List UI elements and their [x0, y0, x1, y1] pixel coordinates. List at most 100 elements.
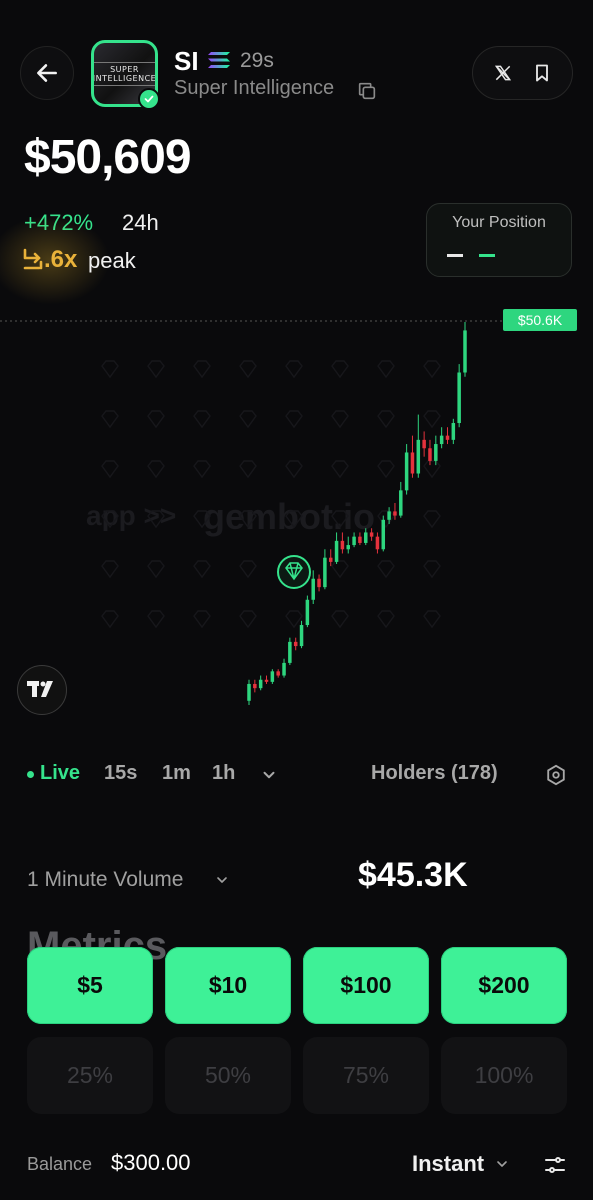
buy-amount-5-button[interactable]: $5: [27, 947, 153, 1024]
watermark-diamond-icon: [101, 610, 119, 629]
watermark-diamond-icon: [193, 410, 211, 429]
timeframe-live[interactable]: Live: [40, 762, 80, 785]
watermark-diamond-icon: [193, 360, 211, 379]
chart-settings-icon[interactable]: [545, 764, 567, 786]
candle-body: [305, 599, 310, 626]
candle-body: [399, 490, 403, 516]
candle-body: [276, 671, 280, 676]
back-button[interactable]: [20, 46, 74, 100]
watermark-diamond-icon: [377, 610, 395, 629]
watermark-diamond-icon: [239, 510, 257, 529]
candle-body: [410, 452, 415, 474]
buy-amount-10-button[interactable]: $10: [165, 947, 291, 1024]
volume-chevron-icon[interactable]: [214, 872, 230, 888]
candle-body: [393, 511, 397, 516]
candle-body: [428, 448, 432, 461]
watermark-diamond-icon: [423, 510, 441, 529]
peak-label: peak: [88, 248, 136, 273]
watermark-diamond-icon: [331, 610, 349, 629]
candle-body: [439, 435, 444, 445]
position-title: Your Position: [452, 214, 546, 231]
buy-amount-100-button[interactable]: $100: [303, 947, 429, 1024]
candle-body: [375, 536, 380, 550]
buy-amount-200-button[interactable]: $200: [441, 947, 567, 1024]
watermark-diamond-icon: [101, 510, 119, 529]
candle-body: [293, 641, 298, 647]
candle-body: [323, 557, 327, 588]
sell-25-percent-button[interactable]: 25%: [27, 1037, 153, 1114]
watermark-diamond-icon: [239, 360, 257, 379]
price-chart[interactable]: [0, 300, 593, 730]
watermark-diamond-icon: [101, 560, 119, 579]
candle-body: [311, 578, 315, 600]
candle-body: [288, 641, 292, 663]
candle-body: [270, 671, 275, 682]
timeframe-1m[interactable]: 1m: [162, 762, 191, 785]
holders-tab[interactable]: Holders (178): [371, 762, 498, 785]
watermark-diamond-icon: [377, 510, 395, 529]
sell-75-percent-button[interactable]: 75%: [303, 1037, 429, 1114]
trade-settings-sliders-icon[interactable]: [543, 1153, 567, 1177]
watermark-diamond-icon: [285, 360, 303, 379]
balance-label: Balance: [27, 1154, 93, 1174]
watermark-diamond-icon: [377, 360, 395, 379]
watermark-diamond-icon: [147, 460, 165, 479]
watermark-diamond-icon: [193, 460, 211, 479]
position-pnl-placeholder: [479, 254, 495, 257]
token-ticker: SI: [174, 46, 199, 76]
candle-body: [247, 683, 251, 701]
candle-body: [352, 536, 356, 546]
balance-value: $300.00: [111, 1150, 191, 1175]
gem-marker-icon[interactable]: [277, 555, 311, 589]
candle-body: [340, 540, 345, 550]
current-price: $50,609: [24, 131, 192, 184]
your-position-card[interactable]: Your Position: [426, 203, 572, 277]
watermark-diamond-icon: [423, 610, 441, 629]
volume-period-select[interactable]: 1 Minute Volume: [27, 868, 183, 892]
volume-value: $45.3K: [358, 856, 468, 894]
watermark-diamond-icon: [285, 610, 303, 629]
execution-mode-select[interactable]: Instant: [412, 1151, 484, 1177]
live-dot-icon: [27, 771, 34, 778]
watermark-diamond-icon: [147, 610, 165, 629]
candle-body: [381, 519, 386, 550]
sell-50-percent-button[interactable]: 50%: [165, 1037, 291, 1114]
header-actions: [472, 46, 573, 100]
candle-body: [258, 679, 263, 689]
candle-body: [253, 683, 257, 689]
position-value-placeholder: [447, 254, 463, 257]
watermark-diamond-icon: [423, 560, 441, 579]
watermark-diamond-icon: [331, 510, 349, 529]
candle-body: [299, 625, 304, 647]
watermark-diamond-icon: [239, 410, 257, 429]
logo-line-1: SUPER: [110, 64, 139, 74]
candle-body: [457, 372, 461, 424]
x-twitter-icon[interactable]: [490, 60, 516, 86]
timeframe-1h[interactable]: 1h: [212, 762, 235, 785]
execution-mode-chevron-icon[interactable]: [494, 1156, 510, 1172]
sell-100-percent-button[interactable]: 100%: [441, 1037, 567, 1114]
logo-line-2: INTELLIGENCE: [92, 73, 157, 83]
candle-body: [451, 423, 456, 440]
timeframe-15s[interactable]: 15s: [104, 762, 137, 785]
peak-arrows-icon: [23, 248, 43, 270]
watermark-diamond-icon: [285, 460, 303, 479]
candle-body: [328, 557, 333, 562]
candle-body: [434, 444, 438, 461]
watermark-diamond-icon: [377, 460, 395, 479]
solana-icon: [208, 52, 230, 68]
watermark-diamond-icon: [239, 560, 257, 579]
candle-body: [416, 439, 421, 474]
watermark-diamond-icon: [147, 510, 165, 529]
copy-icon[interactable]: [356, 80, 378, 102]
timeframe-more-chevron-icon[interactable]: [260, 766, 278, 784]
bookmark-icon[interactable]: [529, 60, 555, 86]
candle-body: [364, 532, 368, 543]
candle-body: [358, 536, 362, 543]
tradingview-logo-icon[interactable]: [17, 665, 67, 715]
token-age: 29s: [240, 49, 274, 72]
candle-body: [282, 662, 286, 676]
watermark-diamond-icon: [423, 410, 441, 429]
watermark-diamond-icon: [101, 410, 119, 429]
candle-body: [387, 511, 391, 520]
